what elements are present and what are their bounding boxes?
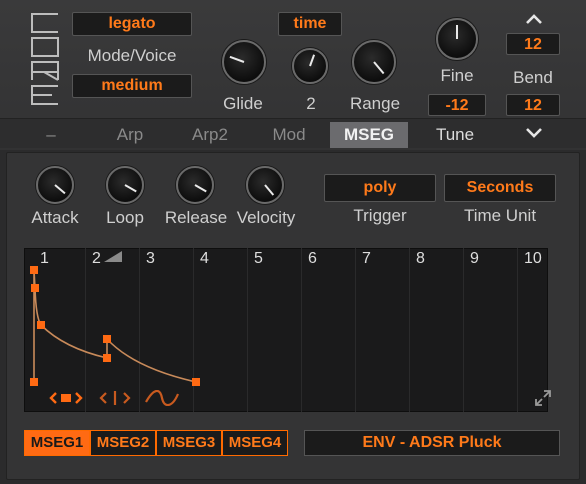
- fine-label: Fine: [440, 66, 474, 85]
- trigger-select[interactable]: poly: [324, 174, 436, 202]
- bend-up-value[interactable]: 12: [506, 33, 560, 55]
- time-unit-label: Time Unit: [463, 206, 537, 225]
- mseg1-tab[interactable]: MSEG1: [24, 430, 90, 456]
- mseg3-tab[interactable]: MSEG3: [156, 430, 222, 456]
- tab-mod[interactable]: Mod: [258, 122, 320, 148]
- fine-knob[interactable]: [436, 18, 478, 60]
- glide-knob[interactable]: [222, 40, 266, 84]
- velocity-knob[interactable]: [246, 166, 284, 204]
- expand-icon[interactable]: [534, 389, 552, 407]
- chevron-up-icon[interactable]: [524, 12, 544, 26]
- mode-voice-label: Mode/Voice: [87, 46, 177, 65]
- mode-select[interactable]: legato: [72, 12, 192, 36]
- tab-dash[interactable]: –: [26, 122, 76, 148]
- tab-arp[interactable]: Arp: [102, 122, 158, 148]
- time-unit-select[interactable]: Seconds: [444, 174, 556, 202]
- range-knob[interactable]: [352, 40, 396, 84]
- velocity-label: Velocity: [236, 208, 296, 227]
- mseg-preset-name[interactable]: ENV - ADSR Pluck: [304, 430, 560, 456]
- tab-arp2[interactable]: Arp2: [178, 122, 242, 148]
- envelope-point[interactable]: [30, 266, 38, 274]
- trigger-label: Trigger: [353, 206, 407, 225]
- glide-mode-select[interactable]: time: [278, 12, 342, 36]
- mseg4-tab[interactable]: MSEG4: [222, 430, 288, 456]
- curve-icon[interactable]: [144, 390, 180, 406]
- release-label: Release: [164, 208, 228, 227]
- chevron-down-icon[interactable]: [524, 126, 544, 140]
- bend-down-value[interactable]: 12: [506, 94, 560, 116]
- glide-2-label: 2: [306, 94, 316, 113]
- tab-mseg[interactable]: MSEG: [330, 122, 408, 148]
- mseg2-tab[interactable]: MSEG2: [90, 430, 156, 456]
- glide-label: Glide: [223, 94, 263, 113]
- tab-tune[interactable]: Tune: [422, 122, 488, 148]
- envelope-point[interactable]: [103, 354, 111, 362]
- release-knob[interactable]: [176, 166, 214, 204]
- attack-knob[interactable]: [36, 166, 74, 204]
- bend-label: Bend: [513, 68, 553, 87]
- loop-knob[interactable]: [106, 166, 144, 204]
- envelope-point[interactable]: [30, 378, 38, 386]
- envelope-point[interactable]: [192, 378, 200, 386]
- attack-label: Attack: [31, 208, 79, 227]
- envelope-curve: [30, 266, 200, 386]
- glide-2-knob[interactable]: [292, 48, 328, 84]
- voice-select[interactable]: medium: [72, 74, 192, 98]
- move-horizontal-icon[interactable]: [98, 390, 132, 406]
- fine-value[interactable]: -12: [428, 94, 486, 116]
- range-label: Range: [349, 94, 401, 113]
- core-logo: [31, 13, 59, 105]
- move-point-icon[interactable]: [48, 390, 84, 406]
- envelope-point[interactable]: [103, 335, 111, 343]
- loop-label: Loop: [106, 208, 144, 227]
- envelope-point[interactable]: [37, 321, 45, 329]
- envelope-point[interactable]: [31, 284, 39, 292]
